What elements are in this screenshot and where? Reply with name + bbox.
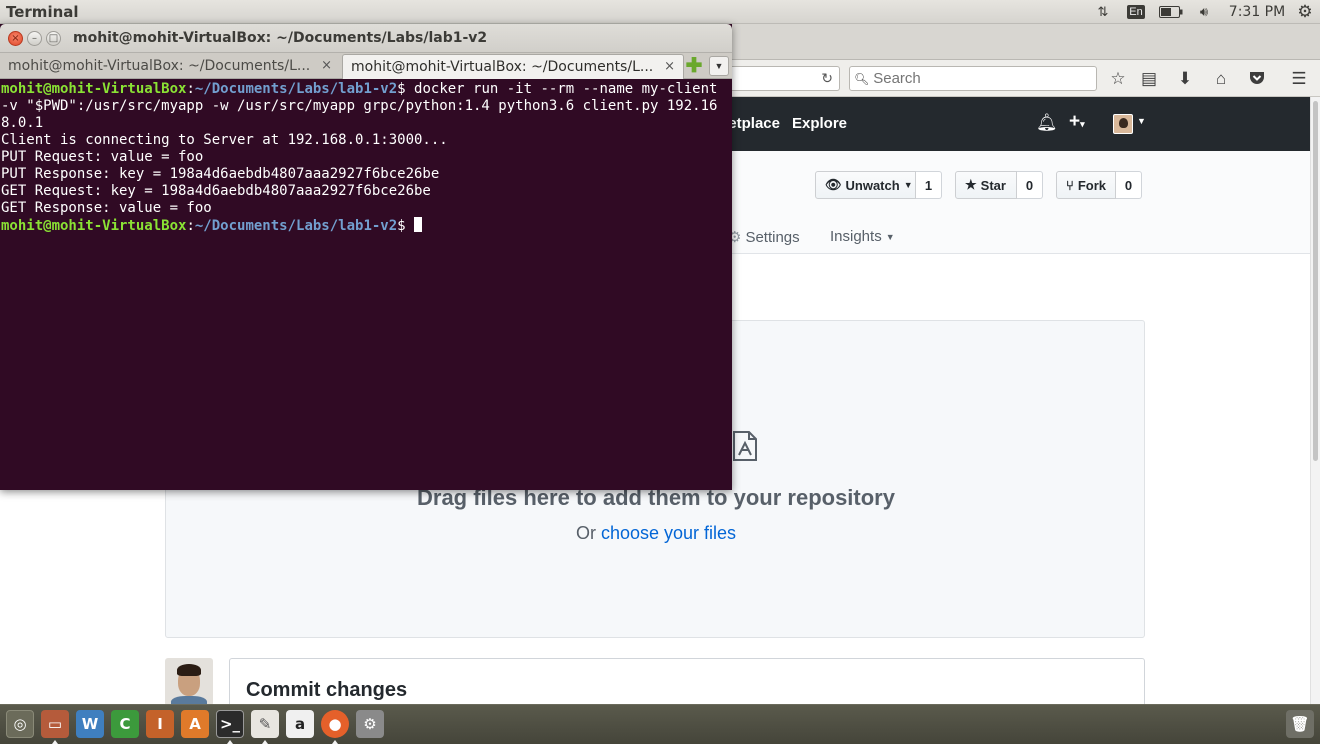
- tab-settings[interactable]: ⚙ Settings: [728, 228, 800, 247]
- watch-group: 👁︎ Unwatch ▼ 1: [815, 171, 942, 199]
- choose-files-link[interactable]: choose your files: [601, 523, 736, 543]
- file-icon: [733, 431, 757, 461]
- launcher-dock: ◎ ▭ W C I A >_ ✎ a ● ⚙ 🗑︎: [0, 704, 1320, 744]
- scrollbar-thumb[interactable]: [1313, 101, 1318, 461]
- fork-group: ⑂ Fork 0: [1056, 171, 1142, 199]
- panel-app-name: Terminal: [6, 3, 79, 21]
- terminal-tab-active[interactable]: mohit@mohit-VirtualBox: ~/Documents/L...…: [342, 54, 684, 79]
- or-text: Or: [575, 523, 601, 543]
- tab-settings-label: Settings: [745, 228, 800, 246]
- prompt-separator: :: [186, 218, 195, 234]
- amazon-icon[interactable]: a: [286, 710, 314, 738]
- unwatch-label: Unwatch: [845, 177, 900, 193]
- terminal-titlebar[interactable]: × – □ mohit@mohit-VirtualBox: ~/Document…: [0, 24, 732, 53]
- terminal-icon[interactable]: >_: [216, 710, 244, 738]
- terminal-output[interactable]: mohit@mohit-VirtualBox:~/Documents/Labs/…: [0, 79, 732, 490]
- new-tab-plus-icon[interactable]: ✚: [684, 55, 704, 77]
- chevron-down-icon: ▾: [1080, 119, 1085, 129]
- minimize-window-button[interactable]: –: [27, 31, 42, 46]
- search-engine-icon: 🔍︎: [854, 71, 870, 86]
- commit-avatar: [165, 658, 213, 706]
- user-avatar[interactable]: [1113, 114, 1133, 134]
- system-menu-gear-icon[interactable]: ⚙: [1294, 0, 1316, 24]
- prompt-separator: :: [186, 81, 195, 97]
- prompt-dollar: $: [397, 218, 415, 234]
- output-line: PUT Response: key = 198a4d6aebdb4807aaa2…: [1, 166, 440, 182]
- prompt-path: ~/Documents/Labs/lab1-v2: [194, 218, 398, 234]
- nav-explore-link[interactable]: Explore: [792, 115, 847, 132]
- star-icon: ★: [965, 177, 977, 192]
- terminal-window: × – □ mohit@mohit-VirtualBox: ~/Document…: [0, 24, 732, 490]
- text-editor-icon[interactable]: ✎: [251, 710, 279, 738]
- files-icon[interactable]: ▭: [41, 710, 69, 738]
- network-icon[interactable]: ⇅: [1092, 0, 1114, 24]
- url-bar[interactable]: ↻: [732, 66, 840, 91]
- chevron-down-icon: ▼: [885, 231, 895, 242]
- reading-list-icon[interactable]: ▤: [1136, 66, 1162, 91]
- star-label: Star: [980, 177, 1006, 193]
- impress-icon[interactable]: I: [146, 710, 174, 738]
- fork-count[interactable]: 0: [1116, 171, 1142, 199]
- reload-icon[interactable]: ↻: [821, 70, 833, 87]
- close-window-button[interactable]: ×: [8, 31, 23, 46]
- dash-icon[interactable]: ◎: [6, 710, 34, 738]
- pocket-icon[interactable]: [1244, 66, 1270, 91]
- terminal-window-title: mohit@mohit-VirtualBox: ~/Documents/Labs…: [73, 30, 488, 46]
- search-input[interactable]: [873, 70, 1084, 87]
- drop-zone-subtitle: Or choose your files: [166, 523, 1146, 544]
- create-new-icon[interactable]: +▾: [1069, 111, 1085, 133]
- output-line: GET Request: key = 198a4d6aebdb4807aaa29…: [1, 183, 431, 199]
- search-box[interactable]: 🔍︎: [849, 66, 1097, 91]
- prompt-user: mohit@mohit-VirtualBox: [1, 218, 187, 234]
- clock[interactable]: 7:31 PM: [1228, 0, 1286, 24]
- close-tab-icon[interactable]: ×: [664, 59, 675, 74]
- trash-icon[interactable]: 🗑︎: [1286, 710, 1314, 738]
- unwatch-button[interactable]: 👁︎ Unwatch ▼: [815, 171, 916, 199]
- terminal-tab-label: mohit@mohit-VirtualBox: ~/Documents/L...: [351, 59, 654, 75]
- eye-icon: 👁︎: [825, 177, 842, 192]
- page-scrollbar[interactable]: [1310, 97, 1320, 704]
- hamburger-menu-icon[interactable]: ☰: [1286, 66, 1312, 91]
- prompt-path: ~/Documents/Labs/lab1-v2: [194, 81, 398, 97]
- bookmark-star-icon[interactable]: ☆: [1105, 66, 1131, 91]
- prompt-user: mohit@mohit-VirtualBox: [1, 81, 187, 97]
- tab-insights[interactable]: Insights ▼: [830, 228, 895, 245]
- fork-label: Fork: [1077, 177, 1106, 193]
- top-panel: Terminal ⇅ En 🔊︎ 7:31 PM ⚙: [0, 0, 1320, 24]
- downloads-icon[interactable]: ⬇: [1172, 66, 1198, 91]
- output-line: PUT Request: value = foo: [1, 149, 204, 165]
- maximize-window-button[interactable]: □: [46, 31, 61, 46]
- tab-list-dropdown-icon[interactable]: ▼: [709, 56, 729, 76]
- terminal-tab[interactable]: mohit@mohit-VirtualBox: ~/Documents/L...…: [0, 54, 340, 79]
- text-cursor: [414, 217, 423, 232]
- output-line: GET Response: value = foo: [1, 200, 212, 216]
- firefox-icon[interactable]: ●: [321, 710, 349, 738]
- star-button[interactable]: ★ Star: [955, 171, 1017, 199]
- keyboard-language-indicator[interactable]: En: [1126, 0, 1146, 24]
- star-count[interactable]: 0: [1017, 171, 1043, 199]
- close-tab-icon[interactable]: ×: [321, 58, 332, 73]
- watch-count[interactable]: 1: [916, 171, 942, 199]
- software-center-icon[interactable]: A: [181, 710, 209, 738]
- system-settings-icon[interactable]: ⚙: [356, 710, 384, 738]
- star-group: ★ Star 0: [955, 171, 1043, 199]
- calc-icon[interactable]: C: [111, 710, 139, 738]
- terminal-tab-label: mohit@mohit-VirtualBox: ~/Documents/L...: [8, 58, 311, 74]
- nav-marketplace-link[interactable]: Marketplace: [730, 115, 780, 132]
- commit-title: Commit changes: [246, 679, 408, 701]
- home-icon[interactable]: ⌂: [1208, 66, 1234, 91]
- volume-icon[interactable]: 🔊︎: [1192, 0, 1216, 24]
- tab-insights-label: Insights: [830, 228, 882, 245]
- terminal-tab-bar: mohit@mohit-VirtualBox: ~/Documents/L...…: [0, 53, 732, 79]
- fork-button[interactable]: ⑂ Fork: [1056, 171, 1116, 199]
- language-label: En: [1127, 5, 1145, 19]
- fork-icon: ⑂: [1066, 177, 1074, 193]
- prompt-dollar: $: [397, 81, 415, 97]
- writer-icon[interactable]: W: [76, 710, 104, 738]
- chevron-down-icon: ▼: [903, 180, 913, 190]
- battery-icon[interactable]: [1157, 0, 1185, 24]
- notifications-bell-icon[interactable]: 🔔︎: [1036, 113, 1058, 133]
- output-line: Client is connecting to Server at 192.16…: [1, 132, 448, 148]
- chevron-down-icon[interactable]: ▼: [1137, 116, 1146, 126]
